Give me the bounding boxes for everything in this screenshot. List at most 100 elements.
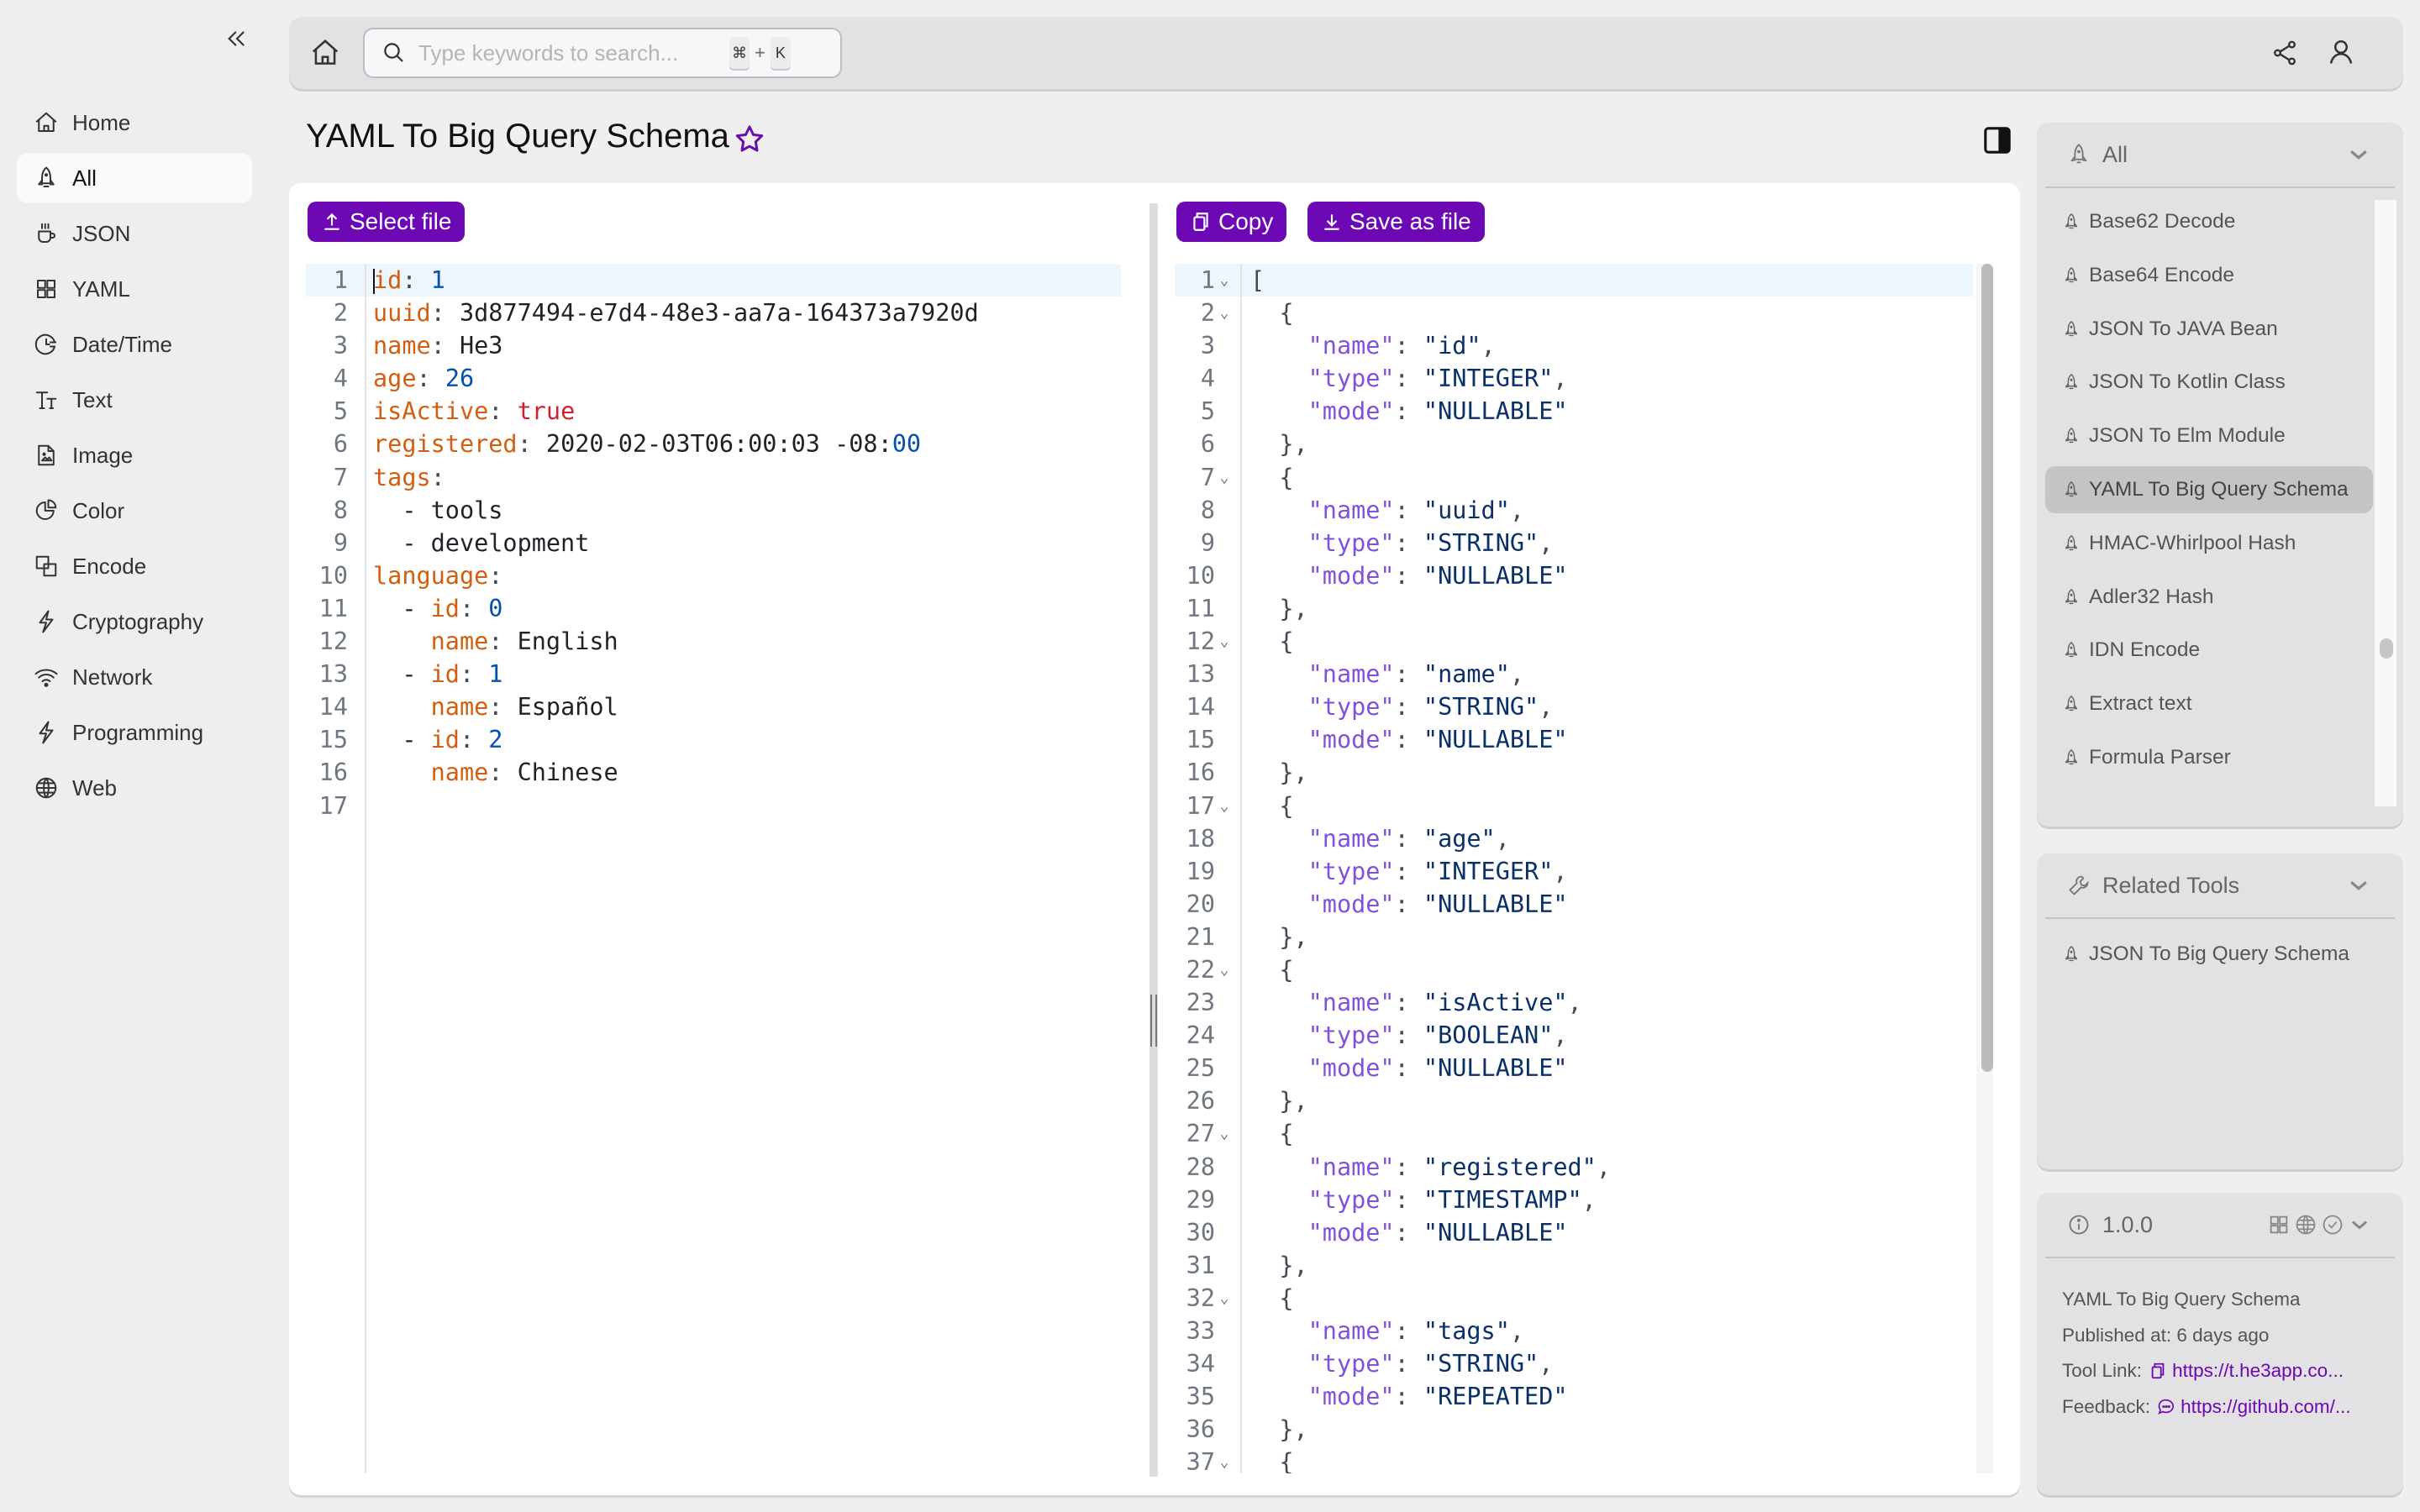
line-number: 5 xyxy=(306,395,360,428)
favorite-button[interactable] xyxy=(733,123,770,160)
search-input[interactable] xyxy=(418,39,729,66)
tool-list-item[interactable]: Formula Parser xyxy=(2045,734,2373,781)
code-token: tags xyxy=(373,463,431,491)
code-token: : xyxy=(416,365,445,393)
sidebar-item-encode[interactable]: Encode xyxy=(17,541,252,591)
sidebar-item-date-time[interactable]: Date/Time xyxy=(17,319,252,370)
splitter-grip-icon[interactable] xyxy=(1150,995,1157,1047)
code-line: 26 }, xyxy=(1175,1084,1973,1117)
copy-button[interactable]: Copy xyxy=(1176,202,1287,242)
tool-list-item[interactable]: JSON To JAVA Bean xyxy=(2045,306,2373,353)
code-text: "type": "INTEGER", xyxy=(1237,362,1973,395)
sidebar-item-label: YAML xyxy=(72,276,130,302)
feedback-link[interactable]: https://github.com/... xyxy=(2150,1396,2351,1418)
code-line: 5 isActive: true xyxy=(306,395,1121,428)
tool-list-scrollbar-thumb[interactable] xyxy=(2380,638,2393,659)
code-token: : xyxy=(1394,561,1423,590)
save-as-file-button[interactable]: Save as file xyxy=(1307,202,1485,242)
text-icon xyxy=(35,391,57,409)
code-token: "type" xyxy=(1307,1021,1395,1050)
home-button[interactable] xyxy=(309,37,341,69)
tool-name: YAML To Big Query Schema xyxy=(2062,1289,2301,1310)
line-number: 3 xyxy=(306,329,360,362)
code-token: : xyxy=(1394,1218,1423,1247)
share-button[interactable] xyxy=(2270,39,2299,67)
sidebar-item-color[interactable]: Color xyxy=(17,486,252,536)
sidebar-item-all[interactable]: All xyxy=(17,153,252,203)
fold-chevron-icon[interactable]: ⌄ xyxy=(1215,1282,1234,1315)
fold-chevron-icon[interactable]: ⌄ xyxy=(1215,625,1234,658)
fold-chevron-icon[interactable]: ⌄ xyxy=(1215,1117,1234,1150)
tool-list-item[interactable]: Extract text xyxy=(2045,680,2373,727)
tool-link[interactable]: https://t.he3app.co... xyxy=(2142,1360,2344,1382)
fold-chevron-icon[interactable]: ⌄ xyxy=(1215,790,1234,822)
code-line: 2 uuid: 3d877494-e7d4-48e3-aa7a-164373a79… xyxy=(306,297,1121,329)
tool-list-scrollbar[interactable] xyxy=(2375,200,2396,806)
tool-list-item[interactable]: JSON To Kotlin Class xyxy=(2045,359,2373,406)
sidebar-item-image[interactable]: Image xyxy=(17,430,252,480)
code-token: English xyxy=(517,627,618,656)
code-line: 37 ⌄ { xyxy=(1175,1446,1973,1473)
chevron-down-icon xyxy=(2351,1221,2368,1230)
code-token: : xyxy=(430,332,460,360)
sidebar-item-text[interactable]: Text xyxy=(17,375,252,425)
code-line: 11 }, xyxy=(1175,592,1973,625)
line-number-text: 8 xyxy=(1200,496,1215,524)
fold-chevron-icon[interactable]: ⌄ xyxy=(1215,461,1234,494)
code-token: "type" xyxy=(1307,528,1395,557)
tool-list-item[interactable]: Base64 Encode xyxy=(2045,252,2373,299)
tool-list-item[interactable]: JSON To Big Query Schema xyxy=(2045,931,2373,978)
line-number: 15 xyxy=(1175,723,1237,756)
code-line: 25 "mode": "NULLABLE" xyxy=(1175,1052,1973,1084)
user-account-button[interactable] xyxy=(2326,37,2356,67)
code-text: }, xyxy=(1237,1413,1973,1446)
fold-chevron-icon[interactable]: ⌄ xyxy=(1215,953,1234,986)
line-number: 35 xyxy=(1175,1380,1237,1413)
toggle-right-panel-button[interactable] xyxy=(1983,126,2012,155)
code-line: 14 name: Español xyxy=(306,690,1121,723)
tool-list-item[interactable]: Base62 Decode xyxy=(2045,198,2373,245)
chevron-down-icon xyxy=(2350,881,2367,890)
pane-splitter[interactable] xyxy=(1150,203,1158,1477)
sidebar-item-yaml[interactable]: YAML xyxy=(17,264,252,314)
code-token: : xyxy=(1394,1350,1423,1378)
collapse-sidebar-button[interactable] xyxy=(220,22,254,55)
line-number-text: 25 xyxy=(1186,1054,1215,1083)
related-tools-header[interactable]: Related Tools xyxy=(2045,853,2395,919)
tool-list-item[interactable]: JSON To Elm Module xyxy=(2045,412,2373,459)
tool-list-item[interactable]: HMAC-Whirlpool Hash xyxy=(2045,520,2373,567)
line-number-text: 6 xyxy=(333,430,348,459)
sidebar-item-cryptography[interactable]: Cryptography xyxy=(17,596,252,647)
grid-icon xyxy=(2270,1215,2288,1234)
select-file-button[interactable]: Select file xyxy=(308,202,466,242)
code-token: "mode" xyxy=(1307,397,1395,426)
sidebar-item-web[interactable]: Web xyxy=(17,763,252,813)
tool-list-item[interactable]: IDN Encode xyxy=(2045,627,2373,674)
code-text: "type": "STRING", xyxy=(1237,690,1973,723)
line-number: 32 ⌄ xyxy=(1175,1282,1237,1315)
code-line: 15 - id: 2 xyxy=(306,723,1121,756)
tool-info-header[interactable]: 1.0.0 xyxy=(2045,1193,2395,1258)
sidebar-item-home[interactable]: Home xyxy=(17,97,252,148)
sidebar-item-programming[interactable]: Programming xyxy=(17,707,252,758)
fold-chevron-icon[interactable]: ⌄ xyxy=(1215,297,1234,329)
fold-chevron-icon[interactable]: ⌄ xyxy=(1215,1446,1234,1473)
tool-list-item[interactable]: YAML To Big Query Schema xyxy=(2045,465,2373,513)
sidebar-item-network[interactable]: Network xyxy=(17,652,252,702)
yaml-input-editor[interactable]: 1 id: 1 2 uuid: 3d877494-e7d4-48e3-aa7a-164… xyxy=(306,264,1121,1473)
category-dropdown[interactable]: All xyxy=(2045,123,2395,188)
fold-chevron-icon[interactable]: ⌄ xyxy=(1215,264,1234,297)
line-number: 12 ⌄ xyxy=(1175,625,1237,658)
copy-label: Copy xyxy=(1218,208,1274,234)
tool-list-item[interactable]: Adler32 Hash xyxy=(2045,574,2373,621)
line-number-text: 36 xyxy=(1186,1415,1215,1444)
sidebar-item-json[interactable]: JSON xyxy=(17,208,252,259)
json-output-editor[interactable]: 1 ⌄[2 ⌄ {3 "name": "id", 4 "type": "INTEGER… xyxy=(1175,264,1973,1473)
output-scrollbar-thumb[interactable] xyxy=(1981,264,1993,1072)
code-text: "name": "tags", xyxy=(1237,1315,1973,1347)
line-number: 14 xyxy=(1175,690,1237,723)
search-box[interactable]: ⌘ + K xyxy=(363,28,842,78)
code-text: "name": "uuid", xyxy=(1237,494,1973,527)
